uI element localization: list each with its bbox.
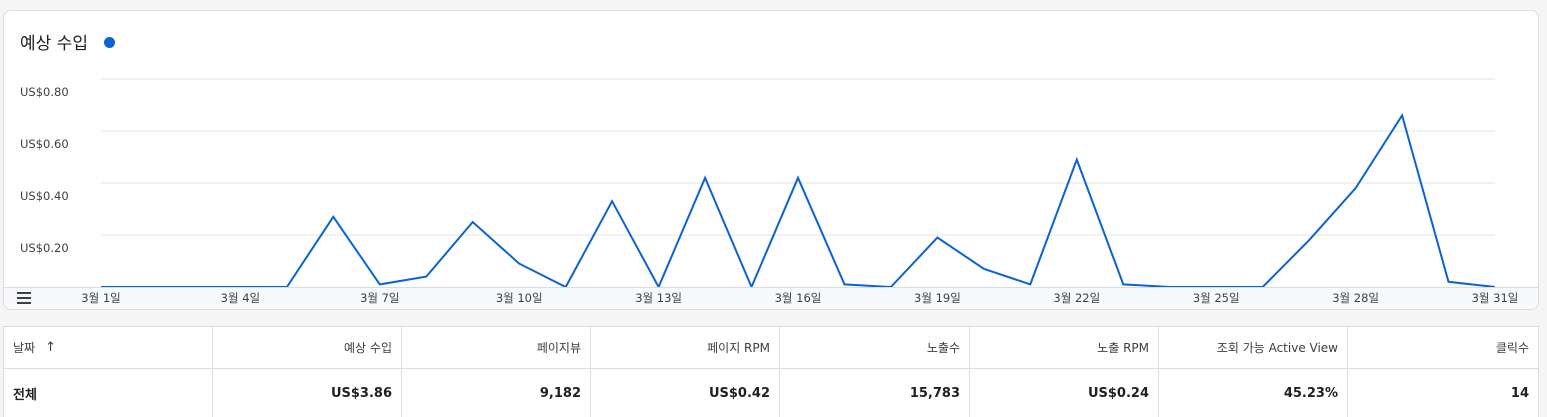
x-axis-labels: 3월 1일 3월 4일 3월 7일 3월 10일 3월 13일 3월 16일 3월 19일 3…: [81, 291, 1519, 305]
header-page-views[interactable]: 페이지뷰: [402, 327, 591, 368]
header-active-view[interactable]: 조회 가능 Active View: [1159, 327, 1348, 368]
header-clicks[interactable]: 클릭수: [1348, 327, 1538, 368]
total-estimated-earnings: US$3.86: [213, 369, 402, 417]
summary-table: 날짜 ↑ 예상 수입 페이지뷰 페이지 RPM 노출수 노출 RPM 조회 가능…: [3, 326, 1539, 417]
x-tick-label: 3월 10일: [496, 291, 543, 305]
x-tick-label: 3월 28일: [1332, 291, 1379, 305]
x-tick-label: 3월 13일: [635, 291, 682, 305]
x-tick-label: 3월 16일: [775, 291, 822, 305]
x-tick-label: 3월 25일: [1193, 291, 1240, 305]
total-page-views: 9,182: [402, 369, 591, 417]
header-page-rpm[interactable]: 페이지 RPM: [591, 327, 780, 368]
table-header-row: 날짜 ↑ 예상 수입 페이지뷰 페이지 RPM 노출수 노출 RPM 조회 가능…: [4, 327, 1538, 369]
x-tick-label: 3월 22일: [1053, 291, 1100, 305]
header-date[interactable]: 날짜 ↑: [4, 327, 213, 368]
total-clicks: 14: [1510, 385, 1529, 401]
x-tick-label: 3월 19일: [914, 291, 961, 305]
arrow-up-icon[interactable]: ↑: [45, 340, 56, 355]
x-tick-label: 3월 1일: [81, 291, 120, 305]
x-tick-label: 3월 7일: [360, 291, 399, 305]
header-impression-rpm[interactable]: 노출 RPM: [970, 327, 1159, 368]
header-impressions[interactable]: 노출수: [780, 327, 970, 368]
total-label: 전체: [4, 369, 213, 417]
x-tick-label: 3월 31일: [1472, 291, 1519, 305]
header-date-label: 날짜: [13, 341, 36, 355]
table-total-row: 전체 US$3.86 9,182 US$0.42 15,783 US$0.24 …: [4, 369, 1538, 417]
header-estimated-earnings[interactable]: 예상 수입: [213, 327, 402, 368]
chart-card: US$0.20 US$0.40 US$0.60 US$0.80 예상 수입 3월 1일…: [3, 10, 1539, 310]
total-impression-rpm: US$0.24: [970, 369, 1159, 417]
x-tick-label: 3월 4일: [221, 291, 260, 305]
total-page-rpm: US$0.42: [591, 369, 780, 417]
total-impressions: 15,783: [780, 369, 970, 417]
total-active-view: 45.23%: [1159, 369, 1348, 417]
